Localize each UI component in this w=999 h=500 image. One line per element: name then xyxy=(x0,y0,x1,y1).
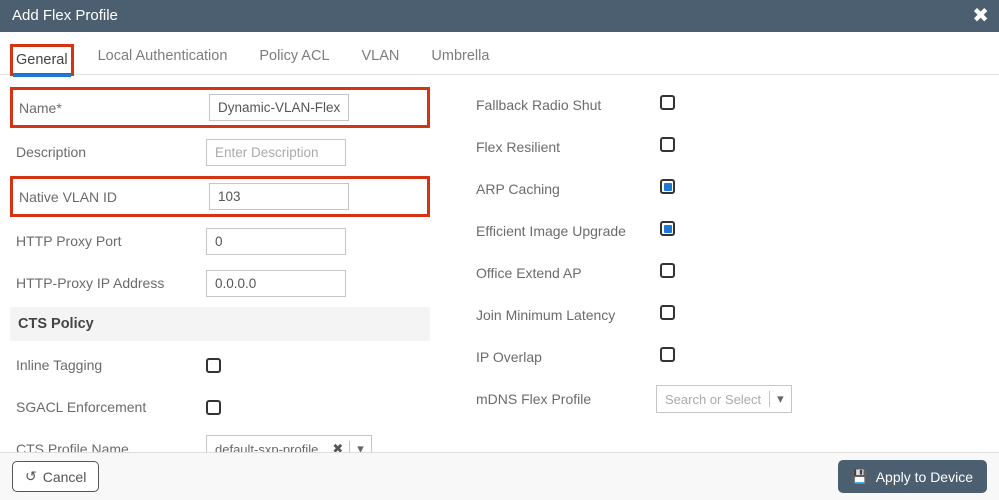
name-input[interactable] xyxy=(209,94,349,121)
row-fallback: Fallback Radio Shut xyxy=(470,87,890,123)
row-inline-tagging: Inline Tagging xyxy=(10,347,430,383)
sgacl-checkbox[interactable] xyxy=(206,400,221,415)
label-ip-overlap: IP Overlap xyxy=(476,349,656,365)
row-name: Name* xyxy=(10,87,430,128)
row-flex-resilient: Flex Resilient xyxy=(470,129,890,165)
row-arp-caching: ARP Caching xyxy=(470,171,890,207)
join-min-checkbox[interactable] xyxy=(660,305,675,320)
arp-caching-checkbox[interactable] xyxy=(660,179,675,194)
label-join-min: Join Minimum Latency xyxy=(476,307,656,323)
row-office-extend: Office Extend AP xyxy=(470,255,890,291)
description-input[interactable] xyxy=(206,139,346,166)
tab-umbrella[interactable]: Umbrella xyxy=(429,44,491,68)
cancel-label: Cancel xyxy=(43,469,87,485)
flex-resilient-checkbox[interactable] xyxy=(660,137,675,152)
native-vlan-input[interactable] xyxy=(209,183,349,210)
label-fallback: Fallback Radio Shut xyxy=(476,97,656,113)
reload-icon xyxy=(25,468,37,485)
label-office-extend: Office Extend AP xyxy=(476,265,656,281)
inline-tagging-checkbox[interactable] xyxy=(206,358,221,373)
ip-overlap-checkbox[interactable] xyxy=(660,347,675,362)
row-sgacl: SGACL Enforcement xyxy=(10,389,430,425)
modal-title: Add Flex Profile xyxy=(12,7,118,24)
eff-img-checkbox[interactable] xyxy=(660,221,675,236)
modal-titlebar: Add Flex Profile ✖ xyxy=(0,0,999,32)
label-http-port: HTTP Proxy Port xyxy=(16,233,206,249)
label-description: Description xyxy=(16,144,206,160)
row-http-ip: HTTP-Proxy IP Address xyxy=(10,265,430,301)
right-column: Fallback Radio Shut Flex Resilient ARP C… xyxy=(470,81,890,473)
label-name: Name* xyxy=(19,100,209,116)
apply-label: Apply to Device xyxy=(876,469,973,485)
label-sgacl: SGACL Enforcement xyxy=(16,399,206,415)
chevron-down-icon[interactable]: ▾ xyxy=(769,391,791,407)
tab-policy-acl[interactable]: Policy ACL xyxy=(257,44,331,68)
save-icon xyxy=(852,468,868,485)
row-description: Description xyxy=(10,134,430,170)
label-native-vlan: Native VLAN ID xyxy=(19,189,209,205)
mdns-placeholder-text: Search or Select xyxy=(657,392,769,407)
http-ip-input[interactable] xyxy=(206,270,346,297)
row-http-port: HTTP Proxy Port xyxy=(10,223,430,259)
label-arp-caching: ARP Caching xyxy=(476,181,656,197)
apply-button[interactable]: Apply to Device xyxy=(838,460,987,493)
cancel-button[interactable]: Cancel xyxy=(12,461,99,492)
row-native-vlan: Native VLAN ID xyxy=(10,176,430,217)
fallback-checkbox[interactable] xyxy=(660,95,675,110)
tab-general[interactable]: General xyxy=(10,44,74,76)
mdns-profile-select[interactable]: Search or Select ▾ xyxy=(656,385,792,413)
label-eff-img: Efficient Image Upgrade xyxy=(476,223,656,239)
row-ip-overlap: IP Overlap xyxy=(470,339,890,375)
row-mdns: mDNS Flex Profile Search or Select ▾ xyxy=(470,381,890,417)
close-icon[interactable]: ✖ xyxy=(972,0,989,32)
tab-vlan[interactable]: VLAN xyxy=(360,44,402,68)
tab-local-authentication[interactable]: Local Authentication xyxy=(96,44,230,68)
tab-bar: General Local Authentication Policy ACL … xyxy=(0,32,999,75)
office-extend-checkbox[interactable] xyxy=(660,263,675,278)
label-mdns: mDNS Flex Profile xyxy=(476,391,656,407)
label-flex-resilient: Flex Resilient xyxy=(476,139,656,155)
http-port-input[interactable] xyxy=(206,228,346,255)
row-join-min: Join Minimum Latency xyxy=(470,297,890,333)
modal-footer: Cancel Apply to Device xyxy=(0,452,999,500)
row-eff-img: Efficient Image Upgrade xyxy=(470,213,890,249)
label-http-ip: HTTP-Proxy IP Address xyxy=(16,275,206,291)
form-content: Name* Description Native VLAN ID HTTP Pr… xyxy=(0,75,999,485)
cts-policy-heading: CTS Policy xyxy=(10,307,430,341)
label-inline-tagging: Inline Tagging xyxy=(16,357,206,373)
left-column: Name* Description Native VLAN ID HTTP Pr… xyxy=(10,81,430,473)
